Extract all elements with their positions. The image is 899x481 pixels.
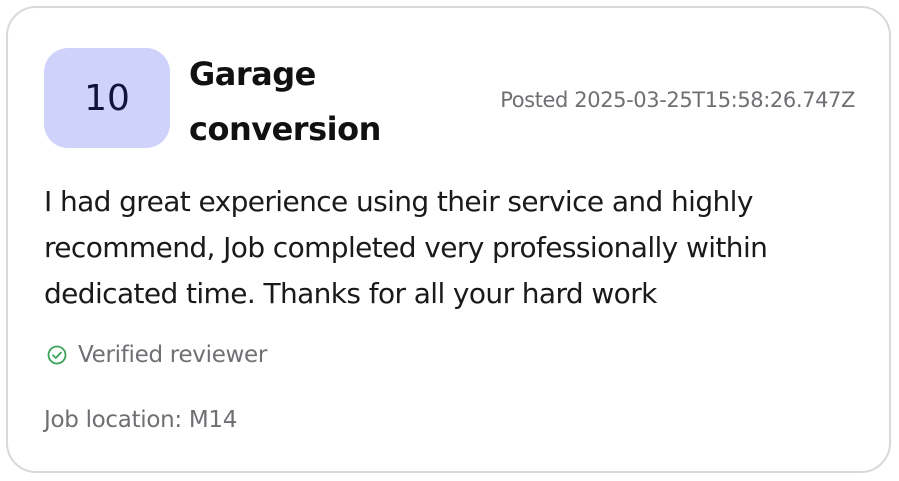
job-title: Garage conversion [189, 55, 381, 148]
score-badge: 10 [44, 48, 170, 148]
review-card: 10 Garage conversion Posted 2025-03-25T1… [6, 6, 891, 473]
review-text: I had great experience using their servi… [44, 185, 768, 310]
job-location: Job location: M14 [44, 407, 238, 433]
verified-reviewer-badge: Verified reviewer [46, 342, 267, 368]
posted-date: Posted 2025-03-25T15:58:26.747Z [500, 88, 855, 112]
check-circle-icon [46, 344, 68, 366]
verified-label: Verified reviewer [78, 342, 268, 368]
